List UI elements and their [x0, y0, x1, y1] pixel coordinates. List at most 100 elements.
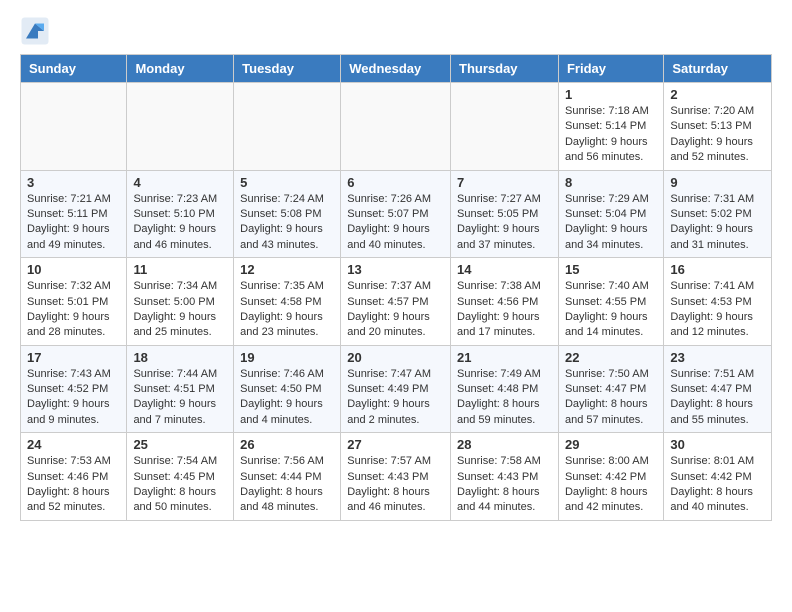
weekday-wednesday: Wednesday: [341, 55, 451, 83]
day-number: 29: [565, 437, 657, 452]
day-info: Sunrise: 7:32 AM Sunset: 5:01 PM Dayligh…: [27, 279, 120, 341]
calendar-cell: 3Sunrise: 7:21 AM Sunset: 5:11 PM Daylig…: [21, 170, 127, 258]
calendar-cell: 22 Sunrise: 7:50 AM Sunset: 4:47 PM Dayli…: [558, 345, 663, 433]
logo-icon: [20, 16, 50, 46]
day-info: Sunrise: 7:41 AM Sunset: 4:53 PM Dayligh…: [670, 279, 765, 341]
calendar-cell: 21Sunrise: 7:49 AM Sunset: 4:48 PM Dayli…: [451, 345, 559, 433]
calendar-cell: 8 Sunrise: 7:29 AM Sunset: 5:04 PM Daylig…: [558, 170, 663, 258]
weekday-sunday: Sunday: [21, 55, 127, 83]
day-number: 20: [347, 350, 444, 365]
calendar-cell: 12Sunrise: 7:35 AM Sunset: 4:58 PM Dayli…: [234, 258, 341, 346]
day-info: Sunrise: 7:24 AM Sunset: 5:08 PM Dayligh…: [240, 192, 334, 254]
calendar-cell: 30 Sunrise: 8:01 AM Sunset: 4:42 PM Dayli…: [664, 433, 772, 521]
day-number: 13: [347, 262, 444, 277]
calendar-cell: [341, 83, 451, 171]
calendar-cell: [451, 83, 559, 171]
day-info: Sunrise: 7:27 AM Sunset: 5:05 PM Dayligh…: [457, 192, 552, 254]
day-info: Sunrise: 7:26 AM Sunset: 5:07 PM Dayligh…: [347, 192, 444, 254]
day-info: Sunrise: 7:40 AM Sunset: 4:55 PM Dayligh…: [565, 279, 657, 341]
day-info: Sunrise: 7:51 AM Sunset: 4:47 PM Dayligh…: [670, 367, 765, 429]
weekday-friday: Friday: [558, 55, 663, 83]
day-number: 9: [670, 175, 765, 190]
day-number: 21: [457, 350, 552, 365]
day-info: Sunrise: 7:50 AM Sunset: 4:47 PM Dayligh…: [565, 367, 657, 429]
calendar-cell: [234, 83, 341, 171]
day-number: 19: [240, 350, 334, 365]
day-number: 28: [457, 437, 552, 452]
day-info: Sunrise: 7:38 AM Sunset: 4:56 PM Dayligh…: [457, 279, 552, 341]
calendar-cell: 16 Sunrise: 7:41 AM Sunset: 4:53 PM Dayli…: [664, 258, 772, 346]
calendar-cell: 28 Sunrise: 7:58 AM Sunset: 4:43 PM Dayli…: [451, 433, 559, 521]
day-info: Sunrise: 7:46 AM Sunset: 4:50 PM Dayligh…: [240, 367, 334, 429]
day-number: 7: [457, 175, 552, 190]
calendar-cell: 29Sunrise: 8:00 AM Sunset: 4:42 PM Dayli…: [558, 433, 663, 521]
day-number: 14: [457, 262, 552, 277]
day-number: 26: [240, 437, 334, 452]
calendar-week-4: 24 Sunrise: 7:53 AM Sunset: 4:46 PM Dayli…: [21, 433, 772, 521]
day-number: 16: [670, 262, 765, 277]
calendar-cell: 11 Sunrise: 7:34 AM Sunset: 5:00 PM Dayli…: [127, 258, 234, 346]
day-number: 2: [670, 87, 765, 102]
day-info: Sunrise: 7:18 AM Sunset: 5:14 PM Dayligh…: [565, 104, 657, 166]
calendar-cell: 20 Sunrise: 7:47 AM Sunset: 4:49 PM Dayli…: [341, 345, 451, 433]
calendar: Sunday Monday Tuesday Wednesday Thursday…: [20, 54, 772, 521]
calendar-body: 1 Sunrise: 7:18 AM Sunset: 5:14 PM Daylig…: [21, 83, 772, 521]
day-info: Sunrise: 7:43 AM Sunset: 4:52 PM Dayligh…: [27, 367, 120, 429]
day-info: Sunrise: 7:23 AM Sunset: 5:10 PM Dayligh…: [133, 192, 227, 254]
day-info: Sunrise: 8:01 AM Sunset: 4:42 PM Dayligh…: [670, 454, 765, 516]
page-container: Sunday Monday Tuesday Wednesday Thursday…: [0, 0, 792, 537]
calendar-cell: 25 Sunrise: 7:54 AM Sunset: 4:45 PM Dayli…: [127, 433, 234, 521]
day-info: Sunrise: 7:57 AM Sunset: 4:43 PM Dayligh…: [347, 454, 444, 516]
calendar-cell: 17 Sunrise: 7:43 AM Sunset: 4:52 PM Dayli…: [21, 345, 127, 433]
day-number: 22: [565, 350, 657, 365]
calendar-cell: 18Sunrise: 7:44 AM Sunset: 4:51 PM Dayli…: [127, 345, 234, 433]
calendar-week-0: 1 Sunrise: 7:18 AM Sunset: 5:14 PM Daylig…: [21, 83, 772, 171]
calendar-cell: 5 Sunrise: 7:24 AM Sunset: 5:08 PM Daylig…: [234, 170, 341, 258]
day-info: Sunrise: 7:20 AM Sunset: 5:13 PM Dayligh…: [670, 104, 765, 166]
day-number: 12: [240, 262, 334, 277]
day-number: 1: [565, 87, 657, 102]
weekday-tuesday: Tuesday: [234, 55, 341, 83]
calendar-cell: 1 Sunrise: 7:18 AM Sunset: 5:14 PM Daylig…: [558, 83, 663, 171]
day-info: Sunrise: 7:56 AM Sunset: 4:44 PM Dayligh…: [240, 454, 334, 516]
day-number: 5: [240, 175, 334, 190]
calendar-cell: 14 Sunrise: 7:38 AM Sunset: 4:56 PM Dayli…: [451, 258, 559, 346]
calendar-cell: 23 Sunrise: 7:51 AM Sunset: 4:47 PM Dayli…: [664, 345, 772, 433]
calendar-cell: 26 Sunrise: 7:56 AM Sunset: 4:44 PM Dayli…: [234, 433, 341, 521]
day-number: 24: [27, 437, 120, 452]
calendar-week-2: 10Sunrise: 7:32 AM Sunset: 5:01 PM Dayli…: [21, 258, 772, 346]
day-number: 23: [670, 350, 765, 365]
day-info: Sunrise: 7:29 AM Sunset: 5:04 PM Dayligh…: [565, 192, 657, 254]
logo: [20, 16, 54, 46]
calendar-cell: 13Sunrise: 7:37 AM Sunset: 4:57 PM Dayli…: [341, 258, 451, 346]
weekday-monday: Monday: [127, 55, 234, 83]
day-info: Sunrise: 7:58 AM Sunset: 4:43 PM Dayligh…: [457, 454, 552, 516]
day-number: 11: [133, 262, 227, 277]
day-number: 27: [347, 437, 444, 452]
day-number: 17: [27, 350, 120, 365]
calendar-cell: 15 Sunrise: 7:40 AM Sunset: 4:55 PM Dayli…: [558, 258, 663, 346]
weekday-thursday: Thursday: [451, 55, 559, 83]
calendar-cell: 24 Sunrise: 7:53 AM Sunset: 4:46 PM Dayli…: [21, 433, 127, 521]
calendar-cell: 27 Sunrise: 7:57 AM Sunset: 4:43 PM Dayli…: [341, 433, 451, 521]
day-number: 6: [347, 175, 444, 190]
day-number: 4: [133, 175, 227, 190]
calendar-cell: [127, 83, 234, 171]
day-number: 8: [565, 175, 657, 190]
calendar-cell: 19 Sunrise: 7:46 AM Sunset: 4:50 PM Dayli…: [234, 345, 341, 433]
day-number: 15: [565, 262, 657, 277]
day-info: Sunrise: 7:53 AM Sunset: 4:46 PM Dayligh…: [27, 454, 120, 516]
calendar-cell: 6 Sunrise: 7:26 AM Sunset: 5:07 PM Daylig…: [341, 170, 451, 258]
calendar-week-1: 3Sunrise: 7:21 AM Sunset: 5:11 PM Daylig…: [21, 170, 772, 258]
calendar-header: Sunday Monday Tuesday Wednesday Thursday…: [21, 55, 772, 83]
day-info: Sunrise: 7:34 AM Sunset: 5:00 PM Dayligh…: [133, 279, 227, 341]
calendar-cell: 10Sunrise: 7:32 AM Sunset: 5:01 PM Dayli…: [21, 258, 127, 346]
day-info: Sunrise: 7:54 AM Sunset: 4:45 PM Dayligh…: [133, 454, 227, 516]
day-info: Sunrise: 7:21 AM Sunset: 5:11 PM Dayligh…: [27, 192, 120, 254]
day-info: Sunrise: 7:47 AM Sunset: 4:49 PM Dayligh…: [347, 367, 444, 429]
day-number: 30: [670, 437, 765, 452]
day-number: 25: [133, 437, 227, 452]
day-info: Sunrise: 7:31 AM Sunset: 5:02 PM Dayligh…: [670, 192, 765, 254]
calendar-cell: 9 Sunrise: 7:31 AM Sunset: 5:02 PM Daylig…: [664, 170, 772, 258]
calendar-cell: 4 Sunrise: 7:23 AM Sunset: 5:10 PM Daylig…: [127, 170, 234, 258]
